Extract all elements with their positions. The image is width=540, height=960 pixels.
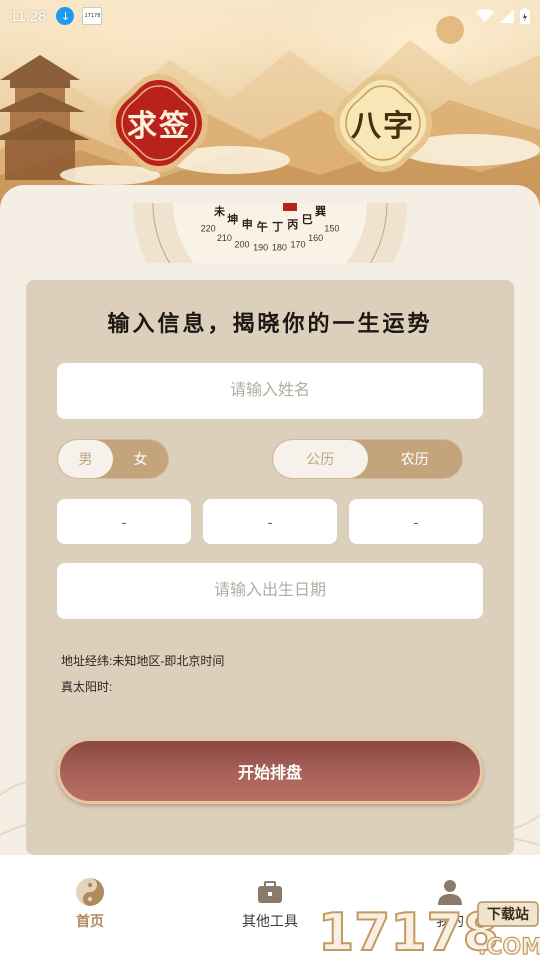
nav-item-home[interactable]: 首页 bbox=[0, 877, 180, 960]
compass-dial: 220210200 190 180 170160150 未坤申午丁丙巳巽 bbox=[133, 203, 407, 263]
compass-degree-label: 160 bbox=[308, 233, 323, 243]
download-icon: ↓ bbox=[56, 7, 75, 25]
compass-glyph-label: 巽 bbox=[315, 205, 326, 218]
info-form-card: 输入信息，揭晓你的一生运势 男 女 公历 农历 - - - 地址经纬:未知地区-… bbox=[26, 280, 514, 855]
start-chart-button[interactable]: 开始排盘 bbox=[57, 738, 483, 804]
toolbox-icon bbox=[258, 881, 282, 903]
name-input[interactable] bbox=[57, 363, 483, 419]
calendar-lunar-option[interactable]: 农历 bbox=[368, 440, 463, 478]
watermark-tag: 下载站 bbox=[487, 906, 529, 923]
true-solar-time-info: 真太阳时: bbox=[61, 680, 113, 694]
compass-glyph-label: 丁 bbox=[272, 221, 283, 234]
compass-glyph-label: 未 bbox=[213, 204, 226, 218]
bazi-button[interactable]: 八字 bbox=[330, 70, 436, 176]
compass-glyph-label: 申 bbox=[242, 217, 253, 231]
compass-degree-label: 150 bbox=[324, 224, 339, 234]
status-bar: 11:28 ↓ 17178 bbox=[0, 0, 540, 32]
compass-degree-label: 210 bbox=[217, 233, 232, 243]
battery-icon bbox=[520, 8, 530, 24]
calendar-toggle: 公历 农历 bbox=[272, 439, 463, 479]
compass-degree-label: 220 bbox=[201, 224, 216, 234]
qiuqian-label: 求签 bbox=[127, 109, 191, 144]
cellular-signal-icon bbox=[500, 9, 514, 23]
gender-female-option[interactable]: 女 bbox=[113, 440, 168, 478]
gender-toggle: 男 女 bbox=[57, 439, 169, 479]
qiuqian-button[interactable]: 求签 bbox=[106, 70, 212, 176]
calendar-solar-option[interactable]: 公历 bbox=[273, 440, 368, 478]
compass-glyph-label: 巳 bbox=[302, 213, 313, 226]
site-watermark-logo: 17178 下载站 .COM bbox=[318, 901, 540, 960]
status-time: 11:28 bbox=[10, 7, 47, 25]
compass-degree-label: 170 bbox=[290, 239, 305, 249]
compass-glyph-label: 坤 bbox=[227, 212, 238, 226]
birth-date-input[interactable] bbox=[57, 563, 483, 619]
wifi-icon bbox=[476, 9, 494, 22]
bazi-label: 八字 bbox=[351, 109, 415, 144]
nav-label-home: 首页 bbox=[76, 913, 104, 929]
notification-thumbnail: 17178 bbox=[82, 7, 103, 25]
watermark-suffix: .COM bbox=[478, 935, 540, 960]
watermark-number: 17178 bbox=[318, 903, 499, 960]
compass-glyph-label: 丙 bbox=[287, 218, 298, 231]
nav-label-tools: 其他工具 bbox=[242, 913, 298, 929]
compass-degree-label: 200 bbox=[234, 239, 249, 249]
compass-degree-label: 190 bbox=[253, 243, 268, 253]
year-picker[interactable]: - bbox=[57, 499, 191, 544]
main-sheet: 220 210 200 190 180 170 160 150 未坤申午丁丙巳巽 输入信息，揭… bbox=[0, 185, 540, 855]
compass-degree-label: 180 bbox=[272, 243, 287, 253]
month-picker[interactable]: - bbox=[203, 499, 337, 544]
day-picker[interactable]: - bbox=[349, 499, 483, 544]
compass-glyph-label: 午 bbox=[257, 220, 268, 234]
location-info: 地址经纬:未知地区-即北京时间 bbox=[61, 654, 225, 668]
gender-male-option[interactable]: 男 bbox=[58, 440, 113, 478]
form-title: 输入信息，揭晓你的一生运势 bbox=[107, 311, 433, 337]
yin-yang-icon bbox=[76, 878, 104, 906]
